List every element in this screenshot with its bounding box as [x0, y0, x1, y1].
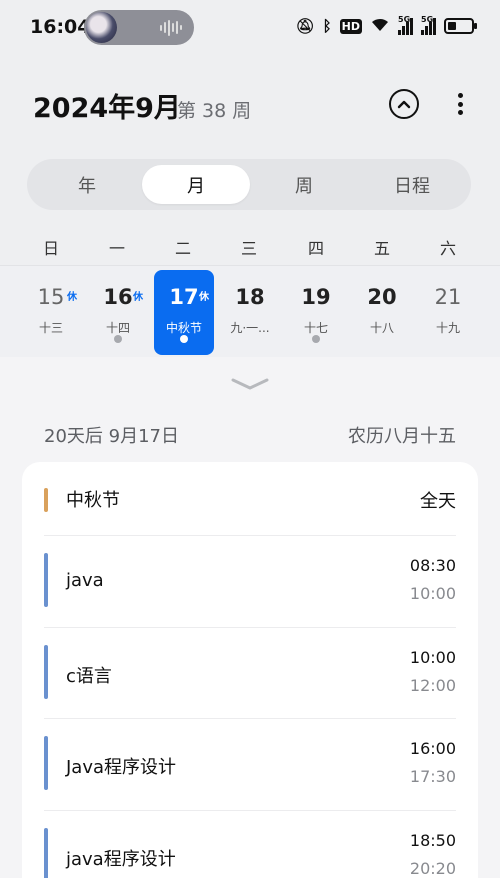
- event-color-bar: [44, 645, 48, 699]
- hd-badge: HD: [339, 18, 362, 34]
- weekday-sat: 六: [439, 239, 456, 258]
- divider: [44, 718, 456, 719]
- event-end-time: 12:00: [409, 676, 456, 695]
- status-icons: 🔕︎ ᛒ HD 5G 5G: [295, 14, 477, 38]
- selected-lunar-info: 农历八月十五: [348, 426, 456, 447]
- event-list-card: 中秋节 全天 java 08:30 10:00 c语言 10:00 12:00 …: [22, 462, 478, 878]
- lunar-date: 十七: [303, 321, 328, 335]
- tab-schedule[interactable]: 日程: [358, 165, 466, 204]
- status-bar: 16:04 🔕︎ ᛒ HD 5G 5G: [0, 0, 500, 56]
- event-start-time: 18:50: [409, 831, 456, 850]
- event-end-time: 20:20: [409, 859, 456, 878]
- weekday-mon: 一: [108, 239, 125, 258]
- lunar-date: 十四: [105, 321, 130, 335]
- event-start-time: 10:00: [409, 648, 456, 667]
- day-number: 18: [235, 285, 265, 309]
- event-color-bar: [44, 736, 48, 790]
- event-color-bar: [44, 553, 48, 607]
- rest-badge: 休: [199, 292, 209, 303]
- event-item-festival[interactable]: 中秋节 全天: [44, 480, 456, 520]
- lunar-date: 十八: [369, 321, 394, 335]
- mute-bell-icon: 🔕︎: [295, 17, 315, 35]
- event-start-time: 16:00: [409, 739, 456, 758]
- rest-badge: 休: [133, 292, 143, 303]
- bluetooth-icon: ᛒ: [322, 17, 332, 35]
- lunar-date: 十九: [435, 321, 460, 335]
- day-cell-20[interactable]: 20 十八: [352, 270, 412, 355]
- day-number: 19: [301, 285, 331, 309]
- battery-level: [448, 22, 456, 30]
- week-strip: 15 休 十三 16 休 十四 17 休 中秋节 18 九·一... 19 十七…: [0, 265, 500, 357]
- divider: [44, 535, 456, 536]
- more-options-button[interactable]: [450, 88, 470, 120]
- day-cell-17-selected[interactable]: 17 休 中秋节: [154, 270, 214, 355]
- event-item-java[interactable]: java 08:30 10:00: [44, 553, 456, 609]
- audio-wave-icon: [160, 19, 182, 36]
- event-title: java程序设计: [66, 849, 176, 870]
- view-tabs: 年 月 周 日程: [27, 159, 471, 210]
- music-cover-avatar: [86, 12, 117, 43]
- lunar-date: 中秋节: [165, 321, 202, 335]
- day-cell-16[interactable]: 16 休 十四: [88, 270, 148, 355]
- event-color-bar: [44, 488, 48, 512]
- day-cell-21[interactable]: 21 十九: [418, 270, 478, 355]
- lunar-date: 十三: [38, 321, 63, 335]
- dynamic-island[interactable]: [84, 10, 194, 45]
- day-cell-18[interactable]: 18 九·一...: [220, 270, 280, 355]
- event-title: Java程序设计: [66, 757, 177, 778]
- event-title: java: [66, 570, 104, 591]
- collapse-button[interactable]: [389, 89, 419, 119]
- lunar-date: 九·一...: [230, 321, 270, 335]
- signal-icon-2: 5G: [421, 15, 436, 35]
- weekday-wed: 三: [240, 239, 257, 258]
- tab-month[interactable]: 月: [142, 165, 250, 204]
- divider: [44, 627, 456, 628]
- event-title: 中秋节: [66, 490, 120, 511]
- agenda-panel: 20天后 9月17日 农历八月十五 中秋节 全天 java 08:30 10:0…: [0, 357, 500, 878]
- event-item-java-programming-2[interactable]: java程序设计 18:50 20:20: [44, 828, 456, 878]
- event-end-time: 17:30: [409, 767, 456, 786]
- day-cell-19[interactable]: 19 十七: [286, 270, 346, 355]
- divider: [44, 810, 456, 811]
- event-start-time: 08:30: [409, 556, 456, 575]
- event-color-bar: [44, 828, 48, 878]
- event-item-java-programming[interactable]: Java程序设计 16:00 17:30: [44, 736, 456, 792]
- event-dot: [114, 335, 122, 343]
- more-dot-icon: [457, 93, 463, 98]
- chevron-up-icon: [397, 100, 411, 109]
- day-number: 21: [434, 285, 462, 309]
- battery-icon: [444, 18, 477, 34]
- rest-badge: 休: [67, 292, 77, 303]
- signal-icon-1: 5G: [398, 15, 413, 35]
- event-all-day: 全天: [420, 491, 456, 512]
- chevron-down-handle-icon[interactable]: [231, 377, 269, 391]
- weekday-sun: 日: [42, 239, 59, 258]
- event-item-c-language[interactable]: c语言 10:00 12:00: [44, 645, 456, 701]
- status-time: 16:04: [30, 16, 91, 38]
- day-number: 20: [367, 285, 397, 309]
- event-title: c语言: [66, 666, 112, 687]
- event-dot: [312, 335, 320, 343]
- week-number: 第 38 周: [177, 100, 252, 122]
- day-cell-15[interactable]: 15 休 十三: [21, 270, 81, 355]
- weekday-tue: 二: [174, 239, 191, 258]
- event-dot: [180, 335, 188, 343]
- weekday-thu: 四: [307, 239, 324, 258]
- wifi-icon: [370, 16, 390, 36]
- event-end-time: 10:00: [409, 584, 456, 603]
- weekday-fri: 五: [373, 239, 390, 258]
- tab-year[interactable]: 年: [33, 165, 141, 204]
- tab-week[interactable]: 周: [250, 165, 358, 204]
- selected-date-info: 20天后 9月17日: [44, 426, 179, 447]
- page-title: 2024年9月: [33, 93, 181, 124]
